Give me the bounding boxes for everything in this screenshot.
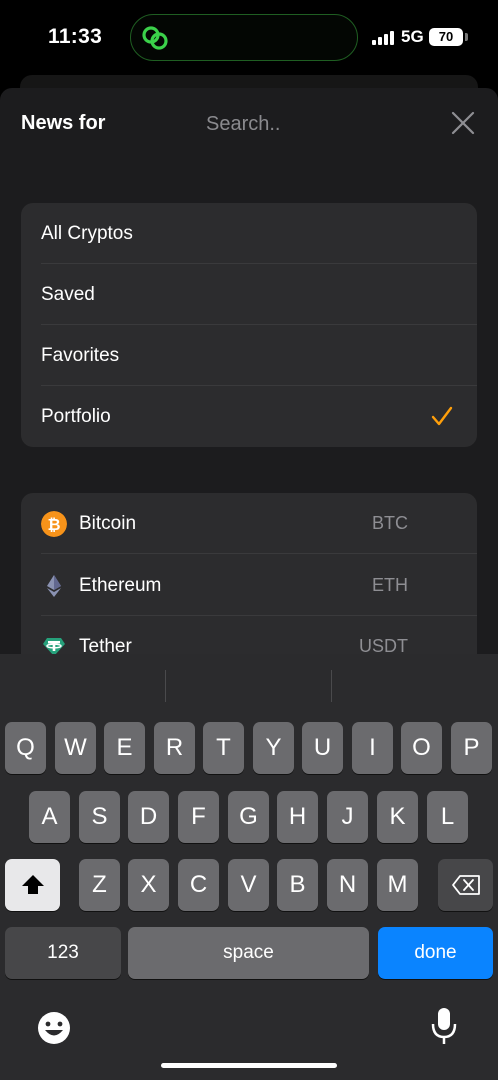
battery-icon [465,33,468,41]
svg-text:₿: ₿ [47,515,60,534]
key-r[interactable]: R [154,722,195,774]
key-z[interactable]: Z [79,859,120,911]
battery-level: 70 [429,28,463,46]
key-y[interactable]: Y [253,722,294,774]
suggestion-divider [331,670,332,702]
dynamic-island[interactable] [130,14,358,61]
backspace-icon [451,875,480,895]
coin-symbol: BTC [372,513,408,533]
key-h[interactable]: H [277,791,318,843]
key-g[interactable]: G [228,791,269,843]
coin-item-ethereum[interactable]: Ethereum ETH [21,555,477,616]
divider [41,553,477,554]
key-q[interactable]: Q [5,722,46,774]
link-icon [142,26,168,50]
key-u[interactable]: U [302,722,343,774]
ethereum-icon [47,575,61,597]
filter-label: Portfolio [41,406,111,427]
filter-label: All Cryptos [41,223,133,244]
numbers-key[interactable]: 123 [5,927,121,979]
filter-label: Saved [41,284,95,305]
network-type: 5G [401,27,424,46]
key-a[interactable]: A [29,791,70,843]
microphone-icon[interactable] [430,1006,458,1046]
keyboard: Q W E R T Y U I O P A S D F G H J K L Z … [0,654,498,1080]
key-x[interactable]: X [128,859,169,911]
sheet-title: News for [21,112,106,134]
search-input[interactable] [206,108,426,140]
coin-symbol: ETH [372,575,408,595]
emoji-icon[interactable] [36,1010,72,1046]
key-b[interactable]: B [277,859,318,911]
space-key[interactable]: space [128,927,369,979]
bitcoin-icon: ₿ [41,511,67,537]
key-i[interactable]: I [352,722,393,774]
filter-list: All Cryptos Saved Favorites Portfolio [21,203,477,447]
coin-name: Ethereum [79,575,162,596]
status-time: 11:33 [48,25,103,48]
key-v[interactable]: V [228,859,269,911]
key-e[interactable]: E [104,722,145,774]
done-key[interactable]: done [378,927,493,979]
key-w[interactable]: W [55,722,96,774]
shift-icon [21,875,44,894]
filter-item-all-cryptos[interactable]: All Cryptos [21,203,477,264]
close-icon[interactable] [448,108,478,138]
key-o[interactable]: O [401,722,442,774]
coin-item-bitcoin[interactable]: ₿ Bitcoin BTC [21,493,477,554]
key-m[interactable]: M [377,859,418,911]
filter-item-saved[interactable]: Saved [21,264,477,325]
key-t[interactable]: T [203,722,244,774]
home-indicator[interactable] [161,1063,337,1068]
key-k[interactable]: K [377,791,418,843]
backspace-key[interactable] [438,859,493,911]
key-j[interactable]: J [327,791,368,843]
coin-name: Bitcoin [79,513,137,534]
filter-item-portfolio[interactable]: Portfolio [21,386,477,447]
key-f[interactable]: F [178,791,219,843]
key-d[interactable]: D [128,791,169,843]
signal-icon [372,30,394,45]
status-bar: 11:33 5G 70 [0,0,498,76]
filter-label: Favorites [41,345,120,366]
shift-key[interactable] [5,859,60,911]
key-l[interactable]: L [427,791,468,843]
key-n[interactable]: N [327,859,368,911]
key-s[interactable]: S [79,791,120,843]
suggestion-divider [165,670,166,702]
key-c[interactable]: C [178,859,219,911]
key-p[interactable]: P [451,722,492,774]
checkmark-icon [431,406,453,426]
filter-item-favorites[interactable]: Favorites [21,325,477,386]
